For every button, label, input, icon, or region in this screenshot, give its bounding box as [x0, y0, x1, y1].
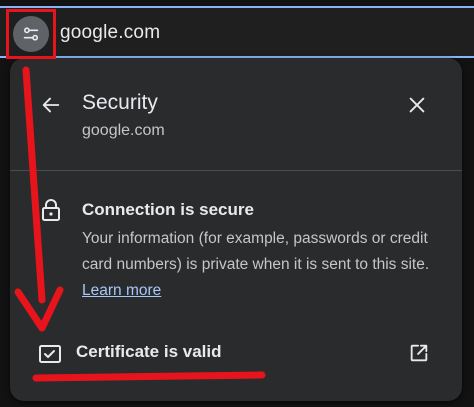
omnibox-url[interactable]: google.com [60, 22, 160, 44]
arrow-left-icon[interactable] [40, 94, 62, 116]
annotation-highlight-box [6, 9, 56, 59]
panel-subtitle: google.com [82, 122, 165, 139]
certificate-status-label[interactable]: Certificate is valid [76, 342, 222, 362]
close-icon[interactable] [406, 94, 428, 116]
connection-description-text: Your information (for example, passwords… [82, 230, 430, 273]
certificate-icon [39, 345, 61, 363]
connection-description: Your information (for example, passwords… [82, 226, 442, 304]
connection-status-title: Connection is secure [82, 200, 254, 219]
panel-title: Security [82, 91, 158, 114]
open-external-icon[interactable] [408, 342, 430, 364]
security-panel: Security google.com Connection is secure… [10, 58, 462, 401]
divider [10, 170, 462, 171]
lock-icon [42, 199, 60, 221]
screenshot-stage: google.com Security google.com Connectio… [0, 0, 474, 407]
learn-more-link[interactable]: Learn more [82, 282, 161, 299]
